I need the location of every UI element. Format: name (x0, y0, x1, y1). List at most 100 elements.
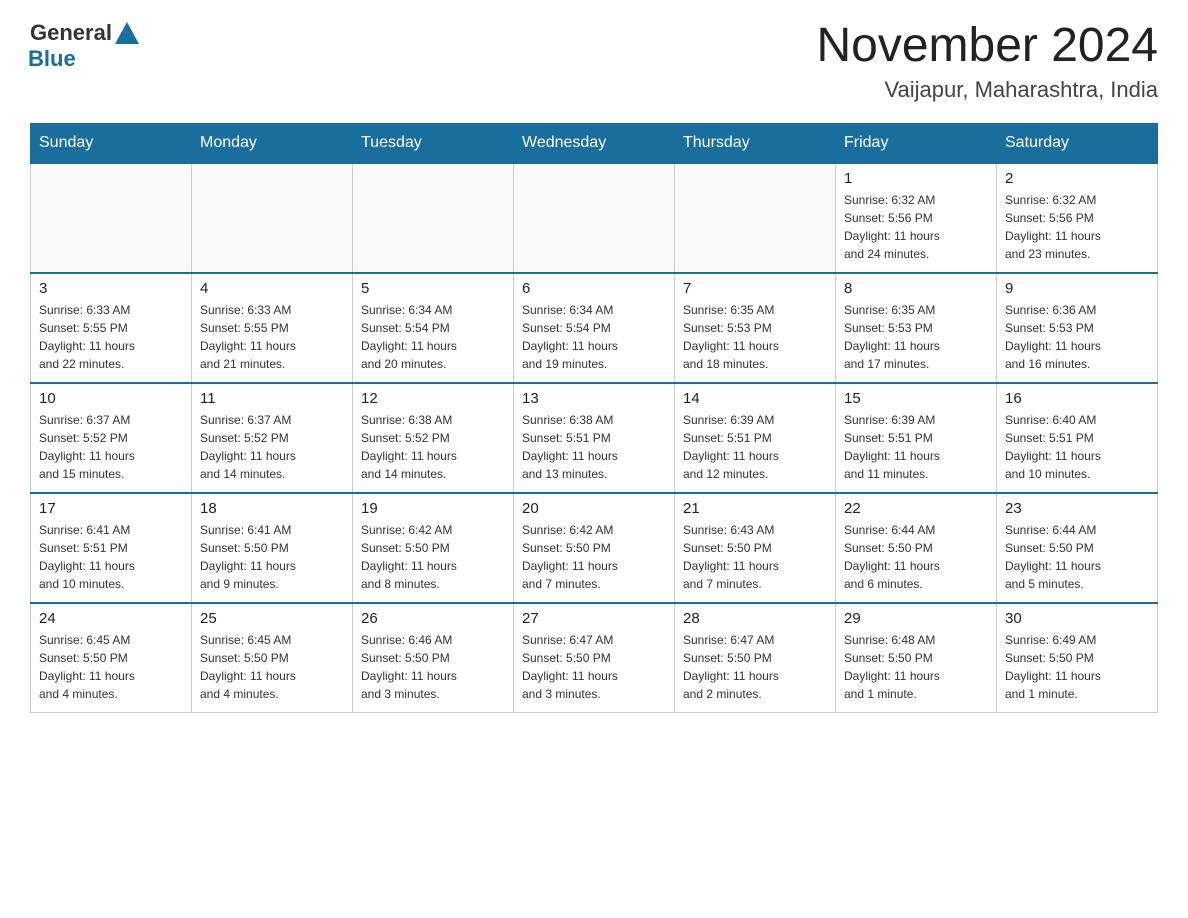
calendar-cell: 6Sunrise: 6:34 AMSunset: 5:54 PMDaylight… (514, 273, 675, 383)
day-number: 11 (200, 390, 344, 407)
day-info: Sunrise: 6:38 AMSunset: 5:52 PMDaylight:… (361, 411, 505, 483)
calendar-cell: 30Sunrise: 6:49 AMSunset: 5:50 PMDayligh… (997, 603, 1158, 713)
day-info: Sunrise: 6:45 AMSunset: 5:50 PMDaylight:… (200, 631, 344, 703)
day-number: 27 (522, 610, 666, 627)
weekday-header-monday: Monday (192, 123, 353, 163)
calendar-cell: 23Sunrise: 6:44 AMSunset: 5:50 PMDayligh… (997, 493, 1158, 603)
day-number: 30 (1005, 610, 1149, 627)
calendar-cell: 28 Sunrise: 6:47 AMSunset: 5:50 PMDayligh… (675, 603, 836, 713)
day-number: 9 (1005, 280, 1149, 297)
weekday-header-row: SundayMondayTuesdayWednesdayThursdayFrid… (31, 123, 1158, 163)
day-info: Sunrise: 6:40 AMSunset: 5:51 PMDaylight:… (1005, 411, 1149, 483)
day-number: 18 (200, 500, 344, 517)
day-info: Sunrise: 6:37 AMSunset: 5:52 PMDaylight:… (39, 411, 183, 483)
weekday-header-friday: Friday (836, 123, 997, 163)
day-info: Sunrise: 6:48 AMSunset: 5:50 PMDaylight:… (844, 631, 988, 703)
day-info: Sunrise: 6:42 AMSunset: 5:50 PMDaylight:… (522, 521, 666, 593)
calendar-cell: 2 Sunrise: 6:32 AMSunset: 5:56 PMDaylight… (997, 163, 1158, 273)
day-info: Sunrise: 6:34 AMSunset: 5:54 PMDaylight:… (361, 301, 505, 373)
calendar-cell: 19 Sunrise: 6:42 AMSunset: 5:50 PMDayligh… (353, 493, 514, 603)
weekday-header-wednesday: Wednesday (514, 123, 675, 163)
weekday-header-thursday: Thursday (675, 123, 836, 163)
day-info: Sunrise: 6:45 AMSunset: 5:50 PMDaylight:… (39, 631, 183, 703)
day-number: 26 (361, 610, 505, 627)
day-number: 12 (361, 390, 505, 407)
day-number: 22 (844, 500, 988, 517)
calendar-cell: 5 Sunrise: 6:34 AMSunset: 5:54 PMDaylight… (353, 273, 514, 383)
calendar-cell (31, 163, 192, 273)
logo-blue-text: Blue (28, 46, 76, 72)
day-info: Sunrise: 6:46 AMSunset: 5:50 PMDaylight:… (361, 631, 505, 703)
day-number: 25 (200, 610, 344, 627)
page-header: General Blue November 2024 Vaijapur, Mah… (30, 20, 1158, 103)
calendar-cell (353, 163, 514, 273)
day-number: 8 (844, 280, 988, 297)
day-number: 17 (39, 500, 183, 517)
calendar-cell (675, 163, 836, 273)
logo-triangle-icon (115, 22, 139, 44)
day-info: Sunrise: 6:41 AMSunset: 5:50 PMDaylight:… (200, 521, 344, 593)
day-number: 5 (361, 280, 505, 297)
calendar-cell: 25 Sunrise: 6:45 AMSunset: 5:50 PMDayligh… (192, 603, 353, 713)
day-number: 23 (1005, 500, 1149, 517)
day-number: 14 (683, 390, 827, 407)
day-info: Sunrise: 6:36 AMSunset: 5:53 PMDaylight:… (1005, 301, 1149, 373)
calendar-cell: 7 Sunrise: 6:35 AMSunset: 5:53 PMDaylight… (675, 273, 836, 383)
calendar-cell: 10 Sunrise: 6:37 AMSunset: 5:52 PMDayligh… (31, 383, 192, 493)
day-info: Sunrise: 6:33 AMSunset: 5:55 PMDaylight:… (39, 301, 183, 373)
day-info: Sunrise: 6:39 AMSunset: 5:51 PMDaylight:… (683, 411, 827, 483)
logo-general-text: General (30, 20, 112, 46)
day-number: 13 (522, 390, 666, 407)
calendar-cell: 17 Sunrise: 6:41 AMSunset: 5:51 PMDayligh… (31, 493, 192, 603)
calendar-cell: 8 Sunrise: 6:35 AMSunset: 5:53 PMDaylight… (836, 273, 997, 383)
calendar-cell: 13 Sunrise: 6:38 AMSunset: 5:51 PMDayligh… (514, 383, 675, 493)
week-row-4: 17 Sunrise: 6:41 AMSunset: 5:51 PMDayligh… (31, 493, 1158, 603)
calendar-cell (192, 163, 353, 273)
calendar-cell: 11 Sunrise: 6:37 AMSunset: 5:52 PMDayligh… (192, 383, 353, 493)
day-info: Sunrise: 6:32 AMSunset: 5:56 PMDaylight:… (844, 191, 988, 263)
day-info: Sunrise: 6:37 AMSunset: 5:52 PMDaylight:… (200, 411, 344, 483)
calendar-cell: 22 Sunrise: 6:44 AMSunset: 5:50 PMDayligh… (836, 493, 997, 603)
day-info: Sunrise: 6:39 AMSunset: 5:51 PMDaylight:… (844, 411, 988, 483)
day-number: 24 (39, 610, 183, 627)
calendar-cell: 20 Sunrise: 6:42 AMSunset: 5:50 PMDayligh… (514, 493, 675, 603)
calendar-cell: 16Sunrise: 6:40 AMSunset: 5:51 PMDayligh… (997, 383, 1158, 493)
day-number: 28 (683, 610, 827, 627)
day-number: 2 (1005, 170, 1149, 187)
week-row-3: 10 Sunrise: 6:37 AMSunset: 5:52 PMDayligh… (31, 383, 1158, 493)
day-number: 4 (200, 280, 344, 297)
day-info: Sunrise: 6:42 AMSunset: 5:50 PMDaylight:… (361, 521, 505, 593)
calendar-body: 1 Sunrise: 6:32 AMSunset: 5:56 PMDaylight… (31, 163, 1158, 713)
calendar-cell: 29Sunrise: 6:48 AMSunset: 5:50 PMDayligh… (836, 603, 997, 713)
day-number: 15 (844, 390, 988, 407)
day-info: Sunrise: 6:35 AMSunset: 5:53 PMDaylight:… (844, 301, 988, 373)
day-number: 1 (844, 170, 988, 187)
day-number: 10 (39, 390, 183, 407)
day-number: 21 (683, 500, 827, 517)
calendar-cell (514, 163, 675, 273)
day-info: Sunrise: 6:38 AMSunset: 5:51 PMDaylight:… (522, 411, 666, 483)
day-info: Sunrise: 6:44 AMSunset: 5:50 PMDaylight:… (844, 521, 988, 593)
day-number: 6 (522, 280, 666, 297)
day-number: 3 (39, 280, 183, 297)
calendar-cell: 1 Sunrise: 6:32 AMSunset: 5:56 PMDaylight… (836, 163, 997, 273)
weekday-header-saturday: Saturday (997, 123, 1158, 163)
month-title: November 2024 (816, 20, 1158, 73)
week-row-5: 24 Sunrise: 6:45 AMSunset: 5:50 PMDayligh… (31, 603, 1158, 713)
calendar-cell: 9 Sunrise: 6:36 AMSunset: 5:53 PMDaylight… (997, 273, 1158, 383)
day-info: Sunrise: 6:41 AMSunset: 5:51 PMDaylight:… (39, 521, 183, 593)
logo: General Blue (30, 20, 139, 72)
week-row-2: 3 Sunrise: 6:33 AMSunset: 5:55 PMDaylight… (31, 273, 1158, 383)
day-number: 20 (522, 500, 666, 517)
day-info: Sunrise: 6:32 AMSunset: 5:56 PMDaylight:… (1005, 191, 1149, 263)
calendar-header: SundayMondayTuesdayWednesdayThursdayFrid… (31, 123, 1158, 163)
week-row-1: 1 Sunrise: 6:32 AMSunset: 5:56 PMDaylight… (31, 163, 1158, 273)
calendar-cell: 21 Sunrise: 6:43 AMSunset: 5:50 PMDayligh… (675, 493, 836, 603)
day-info: Sunrise: 6:43 AMSunset: 5:50 PMDaylight:… (683, 521, 827, 593)
day-info: Sunrise: 6:47 AMSunset: 5:50 PMDaylight:… (683, 631, 827, 703)
day-number: 19 (361, 500, 505, 517)
day-info: Sunrise: 6:35 AMSunset: 5:53 PMDaylight:… (683, 301, 827, 373)
calendar-cell: 26 Sunrise: 6:46 AMSunset: 5:50 PMDayligh… (353, 603, 514, 713)
calendar-cell: 27Sunrise: 6:47 AMSunset: 5:50 PMDayligh… (514, 603, 675, 713)
day-number: 7 (683, 280, 827, 297)
